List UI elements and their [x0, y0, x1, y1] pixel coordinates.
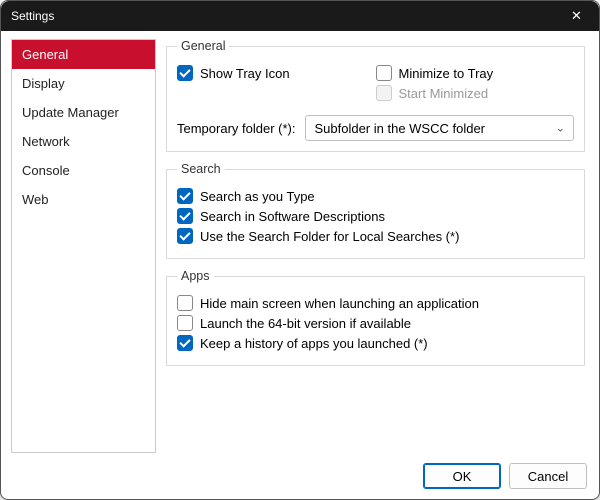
- checkbox-use-search-folder[interactable]: [177, 228, 193, 244]
- sidebar-item-display[interactable]: Display: [12, 69, 155, 98]
- checkbox-minimize-to-tray[interactable]: [376, 65, 392, 81]
- sidebar-item-label: Display: [22, 76, 65, 91]
- checkbox-label: Use the Search Folder for Local Searches…: [200, 229, 459, 244]
- group-search: Search Search as you Type Search in Soft…: [166, 162, 585, 259]
- sidebar-item-label: Update Manager: [22, 105, 119, 120]
- content-panel: General Show Tray Icon Minimize to Tray: [166, 39, 589, 453]
- checkbox-launch-64[interactable]: [177, 315, 193, 331]
- select-value: Subfolder in the WSCC folder: [314, 121, 485, 136]
- group-apps: Apps Hide main screen when launching an …: [166, 269, 585, 366]
- dialog-body: General Display Update Manager Network C…: [1, 31, 599, 453]
- sidebar-item-label: Network: [22, 134, 70, 149]
- sidebar: General Display Update Manager Network C…: [11, 39, 156, 453]
- checkbox-label: Show Tray Icon: [200, 66, 290, 81]
- close-button[interactable]: ✕: [554, 1, 599, 31]
- checkbox-search-as-you-type[interactable]: [177, 188, 193, 204]
- group-general: General Show Tray Icon Minimize to Tray: [166, 39, 585, 152]
- sidebar-item-web[interactable]: Web: [12, 185, 155, 214]
- checkbox-start-minimized: [376, 85, 392, 101]
- cancel-button[interactable]: Cancel: [509, 463, 587, 489]
- checkbox-keep-history[interactable]: [177, 335, 193, 351]
- dialog-footer: OK Cancel: [1, 453, 599, 499]
- temp-folder-label: Temporary folder (*):: [177, 121, 295, 136]
- settings-window: Settings ✕ General Display Update Manage…: [0, 0, 600, 500]
- group-legend: Apps: [177, 269, 214, 283]
- group-legend: General: [177, 39, 229, 53]
- close-icon: ✕: [571, 8, 582, 24]
- checkbox-label: Search in Software Descriptions: [200, 209, 385, 224]
- checkbox-label: Search as you Type: [200, 189, 315, 204]
- checkbox-show-tray-icon[interactable]: [177, 65, 193, 81]
- checkbox-row-keep-history[interactable]: Keep a history of apps you launched (*): [177, 335, 574, 351]
- checkbox-row-minimize-to-tray[interactable]: Minimize to Tray: [376, 65, 575, 81]
- sidebar-item-network[interactable]: Network: [12, 127, 155, 156]
- sidebar-item-update-manager[interactable]: Update Manager: [12, 98, 155, 127]
- sidebar-item-console[interactable]: Console: [12, 156, 155, 185]
- checkbox-search-in-descriptions[interactable]: [177, 208, 193, 224]
- titlebar: Settings ✕: [1, 1, 599, 31]
- checkbox-row-search-as-you-type[interactable]: Search as you Type: [177, 188, 574, 204]
- checkbox-label: Start Minimized: [399, 86, 489, 101]
- checkbox-row-launch-64[interactable]: Launch the 64-bit version if available: [177, 315, 574, 331]
- group-legend: Search: [177, 162, 225, 176]
- checkbox-hide-main[interactable]: [177, 295, 193, 311]
- checkbox-row-show-tray-icon[interactable]: Show Tray Icon: [177, 65, 376, 81]
- checkbox-label: Launch the 64-bit version if available: [200, 316, 411, 331]
- window-title: Settings: [11, 9, 54, 23]
- checkbox-row-search-in-descriptions[interactable]: Search in Software Descriptions: [177, 208, 574, 224]
- sidebar-item-label: General: [22, 47, 68, 62]
- checkbox-row-hide-main[interactable]: Hide main screen when launching an appli…: [177, 295, 574, 311]
- checkbox-row-start-minimized: Start Minimized: [376, 85, 575, 101]
- sidebar-item-label: Web: [22, 192, 49, 207]
- chevron-down-icon: ⌄: [556, 122, 565, 135]
- checkbox-row-use-search-folder[interactable]: Use the Search Folder for Local Searches…: [177, 228, 574, 244]
- checkbox-label: Keep a history of apps you launched (*): [200, 336, 428, 351]
- temp-folder-select[interactable]: Subfolder in the WSCC folder ⌄: [305, 115, 574, 141]
- checkbox-label: Hide main screen when launching an appli…: [200, 296, 479, 311]
- sidebar-item-general[interactable]: General: [12, 40, 155, 69]
- checkbox-label: Minimize to Tray: [399, 66, 494, 81]
- sidebar-item-label: Console: [22, 163, 70, 178]
- ok-button[interactable]: OK: [423, 463, 501, 489]
- temp-folder-row: Temporary folder (*): Subfolder in the W…: [177, 115, 574, 141]
